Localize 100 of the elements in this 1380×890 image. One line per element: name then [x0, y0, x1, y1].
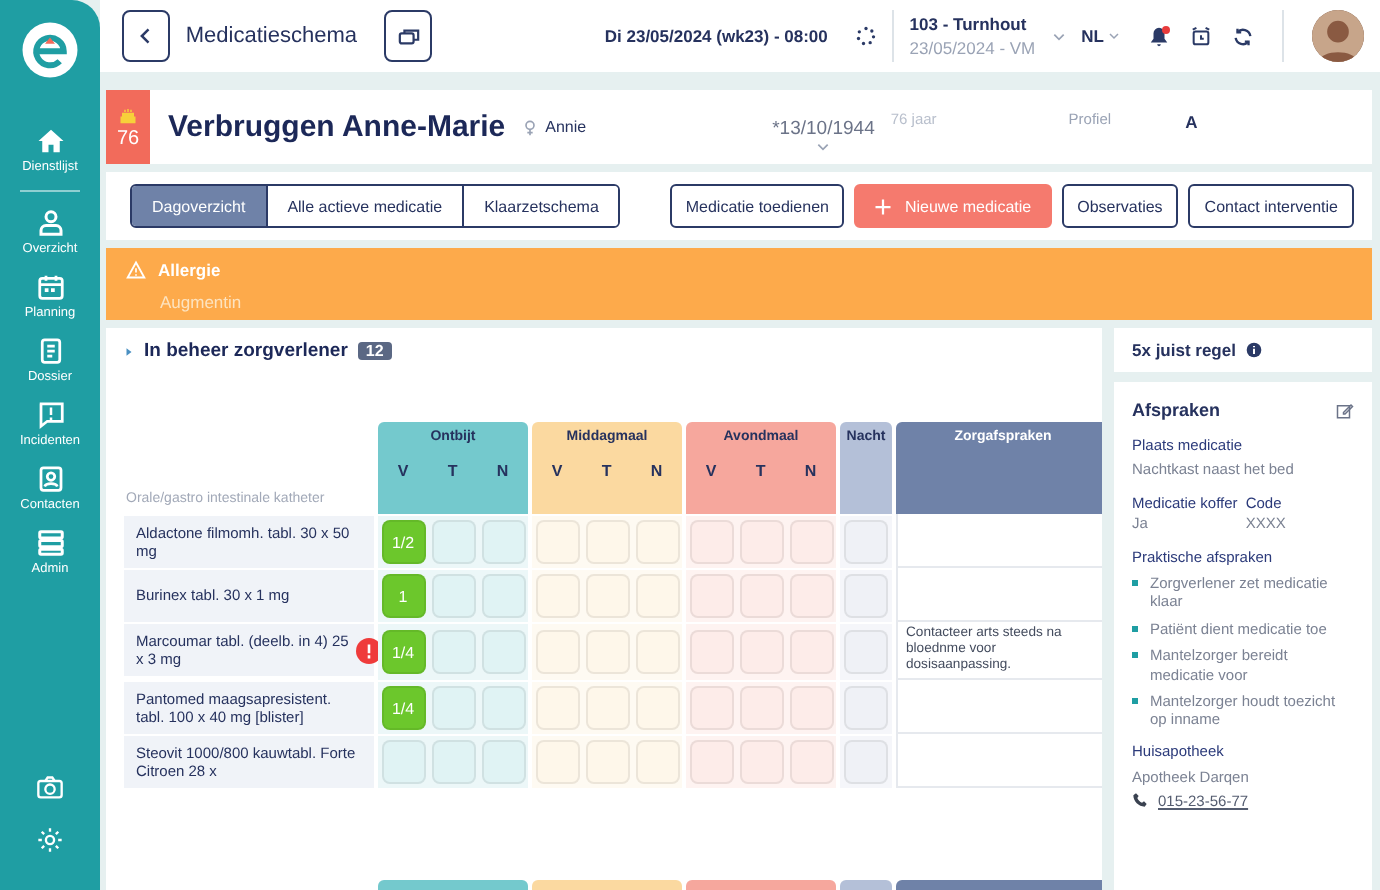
empty-dose-cell[interactable] — [789, 574, 833, 618]
empty-dose-cell[interactable] — [789, 630, 833, 675]
location-date: 23/05/2024 - VM — [909, 38, 1036, 58]
action-button[interactable]: Contact interventie — [1188, 184, 1354, 228]
column-subheader: V — [705, 462, 717, 480]
column-subheader: N — [650, 462, 663, 480]
empty-dose-cell[interactable] — [739, 520, 783, 564]
view-tab[interactable]: Klaarzetschema — [462, 186, 619, 226]
empty-dose-cell[interactable] — [635, 574, 679, 618]
caret-right-icon[interactable] — [124, 345, 134, 357]
empty-dose-cell[interactable] — [481, 686, 525, 731]
chevron-down-icon[interactable] — [816, 139, 831, 153]
empty-dose-cell[interactable] — [481, 740, 525, 785]
patient-nickname: Annie — [545, 118, 587, 136]
language-select[interactable]: NL — [1081, 26, 1120, 46]
birth-date: *13/10/1944 — [772, 117, 875, 139]
avatar[interactable] — [1312, 10, 1364, 62]
empty-dose-cell[interactable] — [635, 630, 679, 675]
empty-dose-cell[interactable] — [739, 740, 783, 785]
windows-button[interactable] — [384, 10, 433, 62]
empty-dose-cell[interactable] — [789, 520, 833, 564]
empty-dose-cell[interactable] — [739, 630, 783, 675]
document-icon — [35, 336, 65, 366]
empty-dose-cell[interactable] — [585, 740, 629, 785]
location-name: 103 - Turnhout — [909, 14, 1029, 34]
profile-value: A — [1185, 111, 1198, 131]
column-header — [840, 880, 892, 890]
column-subheader: V — [551, 462, 563, 480]
empty-dose-cell[interactable] — [481, 630, 525, 675]
empty-dose-cell[interactable] — [535, 686, 579, 731]
empty-dose-cell[interactable] — [635, 520, 679, 564]
dose-cell[interactable]: 1 — [381, 574, 425, 618]
empty-dose-cell[interactable] — [431, 630, 475, 675]
notification-icon[interactable] — [1148, 25, 1170, 47]
column-subheader: N — [804, 462, 817, 480]
empty-dose-cell[interactable] — [535, 740, 579, 785]
camera-icon[interactable] — [36, 774, 64, 802]
dose-cell[interactable]: 1/4 — [381, 686, 425, 731]
section-title: In beheer zorgverlener — [144, 340, 348, 362]
dose-cell[interactable]: 1/2 — [381, 520, 425, 564]
windows-icon — [397, 25, 420, 47]
cake-icon — [118, 105, 138, 123]
age-badge: 76 — [106, 90, 150, 164]
chevron-down-icon[interactable] — [1051, 29, 1066, 43]
empty-dose-cell[interactable] — [481, 574, 525, 618]
empty-dose-cell[interactable] — [789, 686, 833, 731]
column-subheader: T — [755, 462, 766, 480]
new-medication-button[interactable]: Nieuwe medicatie — [854, 184, 1052, 228]
column-subheader: T — [447, 462, 458, 480]
empty-dose-cell[interactable] — [585, 574, 629, 618]
empty-dose-cell[interactable] — [481, 520, 525, 564]
empty-dose-cell[interactable] — [381, 740, 425, 785]
empty-dose-cell[interactable] — [635, 686, 679, 731]
action-button[interactable]: Medicatie toedienen — [669, 184, 845, 228]
action-button[interactable]: Observaties — [1061, 184, 1179, 228]
rule-title: 5x juist regel — [1132, 340, 1236, 360]
info-icon[interactable] — [1245, 342, 1262, 358]
settings-icon[interactable] — [36, 826, 64, 854]
patient-name: Verbruggen Anne-Marie — [168, 110, 506, 144]
allergy-title: Allergie — [158, 260, 221, 280]
empty-dose-cell[interactable] — [739, 574, 783, 618]
empty-dose-cell[interactable] — [844, 740, 888, 785]
alert-icon — [35, 400, 65, 430]
contact-card-icon — [35, 464, 65, 494]
back-button[interactable] — [122, 10, 170, 62]
empty-dose-cell[interactable] — [689, 520, 733, 564]
empty-dose-cell[interactable] — [585, 686, 629, 731]
empty-dose-cell[interactable] — [535, 630, 579, 675]
panel-title: Afspraken — [1132, 400, 1221, 420]
home-icon — [35, 126, 65, 156]
empty-dose-cell[interactable] — [431, 740, 475, 785]
empty-dose-cell[interactable] — [689, 686, 733, 731]
empty-dose-cell[interactable] — [789, 740, 833, 785]
server-icon — [35, 528, 65, 558]
allergy-text: Augmentin — [160, 292, 244, 312]
empty-dose-cell[interactable] — [585, 520, 629, 564]
empty-dose-cell[interactable] — [535, 520, 579, 564]
empty-dose-cell[interactable] — [535, 574, 579, 618]
empty-dose-cell[interactable] — [431, 574, 475, 618]
alarm-clock-icon[interactable] — [1190, 25, 1212, 47]
count-badge: 12 — [357, 342, 392, 360]
empty-dose-cell[interactable] — [431, 686, 475, 731]
empty-dose-cell[interactable] — [689, 630, 733, 675]
view-tab[interactable]: Dagoverzicht — [132, 186, 266, 226]
empty-dose-cell[interactable] — [689, 574, 733, 618]
date-time: Di 23/05/2024 (wk23) - 08:00 — [604, 26, 828, 46]
plus-icon — [874, 197, 893, 215]
loading-icon — [855, 26, 876, 46]
person-silhouette-icon — [1312, 10, 1364, 62]
phone-icon — [1132, 792, 1148, 809]
refresh-icon[interactable] — [1232, 25, 1254, 47]
empty-dose-cell[interactable] — [689, 740, 733, 785]
edit-icon[interactable] — [1336, 401, 1354, 419]
dose-cell[interactable]: 1/4 — [381, 630, 425, 675]
empty-dose-cell[interactable] — [585, 630, 629, 675]
column-subheader: T — [601, 462, 612, 480]
empty-dose-cell[interactable] — [431, 520, 475, 564]
page-title: Medicatieschema — [185, 24, 357, 48]
empty-dose-cell[interactable] — [739, 686, 783, 731]
empty-dose-cell[interactable] — [635, 740, 679, 785]
